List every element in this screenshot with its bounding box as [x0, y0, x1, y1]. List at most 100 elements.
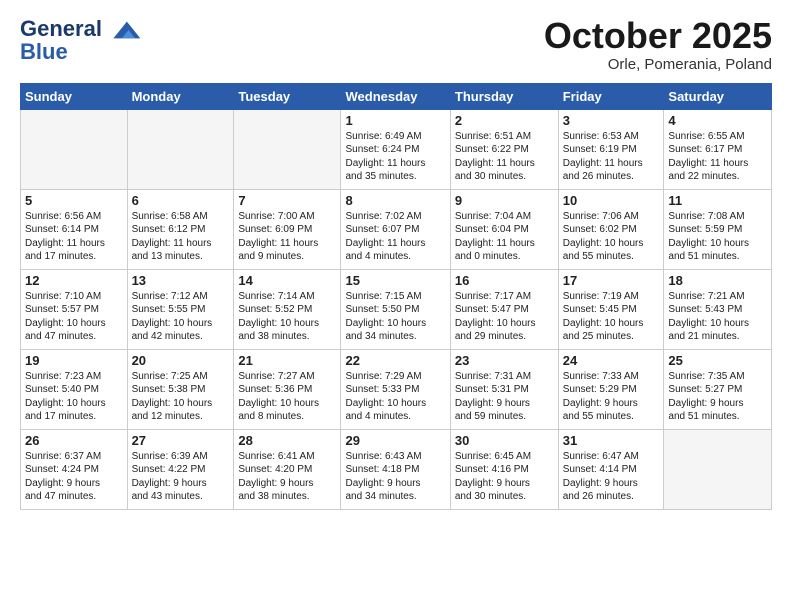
- day-number: 25: [668, 353, 767, 368]
- weekday-header-sunday: Sunday: [21, 83, 128, 109]
- calendar-cell: 12 Sunrise: 7:10 AM Sunset: 5:57 PM Dayli…: [21, 269, 128, 349]
- week-row-1: 1Sunrise: 6:49 AM Sunset: 6:24 PM Daylig…: [21, 109, 772, 189]
- day-info: Sunrise: 7:25 AM Sunset: 5:38 PM Dayligh…: [132, 370, 230, 424]
- day-info: Sunrise: 6:43 AM Sunset: 4:18 PM Dayligh…: [345, 450, 445, 504]
- day-info: Sunrise: 7:31 AM Sunset: 5:31 PM Dayligh…: [455, 370, 554, 424]
- day-info: Sunrise: 7:23 AM Sunset: 5:40 PM Dayligh…: [25, 370, 123, 424]
- day-number: 24: [563, 353, 660, 368]
- day-info: Sunrise: 7:15 AM Sunset: 5:50 PM Dayligh…: [345, 290, 445, 344]
- day-number: 11: [668, 193, 767, 208]
- day-number: 29: [345, 433, 445, 448]
- page: General Blue October 2025 Orle, Pomerani…: [0, 0, 792, 520]
- calendar-cell: 14 Sunrise: 7:14 AM Sunset: 5:52 PM Dayli…: [234, 269, 341, 349]
- weekday-header-friday: Friday: [558, 83, 664, 109]
- calendar-cell: 30Sunrise: 6:45 AM Sunset: 4:16 PM Dayli…: [450, 429, 558, 509]
- calendar-cell: [664, 429, 772, 509]
- week-row-3: 12 Sunrise: 7:10 AM Sunset: 5:57 PM Dayli…: [21, 269, 772, 349]
- calendar-cell: 23 Sunrise: 7:31 AM Sunset: 5:31 PM Dayli…: [450, 349, 558, 429]
- month-title: October 2025: [544, 16, 772, 56]
- day-number: 18: [668, 273, 767, 288]
- calendar-cell: 27 Sunrise: 6:39 AM Sunset: 4:22 PM Dayli…: [127, 429, 234, 509]
- day-number: 4: [668, 113, 767, 128]
- day-info: Sunrise: 6:47 AM Sunset: 4:14 PM Dayligh…: [563, 450, 660, 504]
- week-row-2: 5 Sunrise: 6:56 AM Sunset: 6:14 PM Daylig…: [21, 189, 772, 269]
- calendar-cell: 8 Sunrise: 7:02 AM Sunset: 6:07 PM Daylig…: [341, 189, 450, 269]
- day-info: Sunrise: 6:55 AM Sunset: 6:17 PM Dayligh…: [668, 130, 767, 184]
- day-info: Sunrise: 7:00 AM Sunset: 6:09 PM Dayligh…: [238, 210, 336, 264]
- day-number: 5: [25, 193, 123, 208]
- day-info: Sunrise: 6:37 AM Sunset: 4:24 PM Dayligh…: [25, 450, 123, 504]
- day-number: 27: [132, 433, 230, 448]
- calendar-cell: 18Sunrise: 7:21 AM Sunset: 5:43 PM Dayli…: [664, 269, 772, 349]
- header: General Blue October 2025 Orle, Pomerani…: [20, 16, 772, 73]
- day-info: Sunrise: 6:41 AM Sunset: 4:20 PM Dayligh…: [238, 450, 336, 504]
- day-info: Sunrise: 7:14 AM Sunset: 5:52 PM Dayligh…: [238, 290, 336, 344]
- day-number: 12: [25, 273, 123, 288]
- calendar-cell: 7 Sunrise: 7:00 AM Sunset: 6:09 PM Daylig…: [234, 189, 341, 269]
- day-number: 10: [563, 193, 660, 208]
- day-info: Sunrise: 7:12 AM Sunset: 5:55 PM Dayligh…: [132, 290, 230, 344]
- title-block: October 2025 Orle, Pomerania, Poland: [544, 16, 772, 73]
- day-number: 7: [238, 193, 336, 208]
- day-info: Sunrise: 7:29 AM Sunset: 5:33 PM Dayligh…: [345, 370, 445, 424]
- calendar-cell: 6 Sunrise: 6:58 AM Sunset: 6:12 PM Daylig…: [127, 189, 234, 269]
- day-info: Sunrise: 7:27 AM Sunset: 5:36 PM Dayligh…: [238, 370, 336, 424]
- calendar-cell: 19 Sunrise: 7:23 AM Sunset: 5:40 PM Dayli…: [21, 349, 128, 429]
- calendar-cell: 11 Sunrise: 7:08 AM Sunset: 5:59 PM Dayli…: [664, 189, 772, 269]
- day-number: 2: [455, 113, 554, 128]
- day-number: 6: [132, 193, 230, 208]
- day-info: Sunrise: 6:58 AM Sunset: 6:12 PM Dayligh…: [132, 210, 230, 264]
- location: Orle, Pomerania, Poland: [544, 56, 772, 73]
- day-info: Sunrise: 7:08 AM Sunset: 5:59 PM Dayligh…: [668, 210, 767, 264]
- weekday-header-tuesday: Tuesday: [234, 83, 341, 109]
- weekday-header-row: SundayMondayTuesdayWednesdayThursdayFrid…: [21, 83, 772, 109]
- calendar-cell: 3 Sunrise: 6:53 AM Sunset: 6:19 PM Daylig…: [558, 109, 664, 189]
- weekday-header-thursday: Thursday: [450, 83, 558, 109]
- calendar-cell: 21 Sunrise: 7:27 AM Sunset: 5:36 PM Dayli…: [234, 349, 341, 429]
- day-number: 16: [455, 273, 554, 288]
- day-info: Sunrise: 7:17 AM Sunset: 5:47 PM Dayligh…: [455, 290, 554, 344]
- weekday-header-saturday: Saturday: [664, 83, 772, 109]
- day-number: 19: [25, 353, 123, 368]
- calendar-cell: 25 Sunrise: 7:35 AM Sunset: 5:27 PM Dayli…: [664, 349, 772, 429]
- day-info: Sunrise: 7:02 AM Sunset: 6:07 PM Dayligh…: [345, 210, 445, 264]
- day-number: 31: [563, 433, 660, 448]
- day-number: 23: [455, 353, 554, 368]
- day-info: Sunrise: 6:45 AM Sunset: 4:16 PM Dayligh…: [455, 450, 554, 504]
- calendar-cell: 13Sunrise: 7:12 AM Sunset: 5:55 PM Dayli…: [127, 269, 234, 349]
- calendar-cell: [21, 109, 128, 189]
- calendar-cell: 5 Sunrise: 6:56 AM Sunset: 6:14 PM Daylig…: [21, 189, 128, 269]
- logo-icon: [110, 16, 142, 44]
- day-number: 28: [238, 433, 336, 448]
- day-number: 8: [345, 193, 445, 208]
- calendar-cell: 2 Sunrise: 6:51 AM Sunset: 6:22 PM Daylig…: [450, 109, 558, 189]
- weekday-header-monday: Monday: [127, 83, 234, 109]
- day-info: Sunrise: 7:19 AM Sunset: 5:45 PM Dayligh…: [563, 290, 660, 344]
- day-number: 14: [238, 273, 336, 288]
- calendar-cell: [234, 109, 341, 189]
- day-info: Sunrise: 6:56 AM Sunset: 6:14 PM Dayligh…: [25, 210, 123, 264]
- calendar-cell: 20 Sunrise: 7:25 AM Sunset: 5:38 PM Dayli…: [127, 349, 234, 429]
- calendar-cell: 24Sunrise: 7:33 AM Sunset: 5:29 PM Dayli…: [558, 349, 664, 429]
- day-number: 3: [563, 113, 660, 128]
- day-info: Sunrise: 6:39 AM Sunset: 4:22 PM Dayligh…: [132, 450, 230, 504]
- calendar-cell: 28 Sunrise: 6:41 AM Sunset: 4:20 PM Dayli…: [234, 429, 341, 509]
- day-info: Sunrise: 7:04 AM Sunset: 6:04 PM Dayligh…: [455, 210, 554, 264]
- day-info: Sunrise: 7:35 AM Sunset: 5:27 PM Dayligh…: [668, 370, 767, 424]
- calendar-cell: 10 Sunrise: 7:06 AM Sunset: 6:02 PM Dayli…: [558, 189, 664, 269]
- day-number: 22: [345, 353, 445, 368]
- day-info: Sunrise: 7:06 AM Sunset: 6:02 PM Dayligh…: [563, 210, 660, 264]
- day-info: Sunrise: 6:53 AM Sunset: 6:19 PM Dayligh…: [563, 130, 660, 184]
- day-info: Sunrise: 7:10 AM Sunset: 5:57 PM Dayligh…: [25, 290, 123, 344]
- calendar-cell: [127, 109, 234, 189]
- day-number: 9: [455, 193, 554, 208]
- day-number: 15: [345, 273, 445, 288]
- day-info: Sunrise: 6:49 AM Sunset: 6:24 PM Dayligh…: [345, 130, 445, 184]
- calendar-cell: 16 Sunrise: 7:17 AM Sunset: 5:47 PM Dayli…: [450, 269, 558, 349]
- day-number: 26: [25, 433, 123, 448]
- calendar-cell: 29 Sunrise: 6:43 AM Sunset: 4:18 PM Dayli…: [341, 429, 450, 509]
- day-info: Sunrise: 6:51 AM Sunset: 6:22 PM Dayligh…: [455, 130, 554, 184]
- day-number: 20: [132, 353, 230, 368]
- calendar-cell: 31 Sunrise: 6:47 AM Sunset: 4:14 PM Dayli…: [558, 429, 664, 509]
- day-number: 21: [238, 353, 336, 368]
